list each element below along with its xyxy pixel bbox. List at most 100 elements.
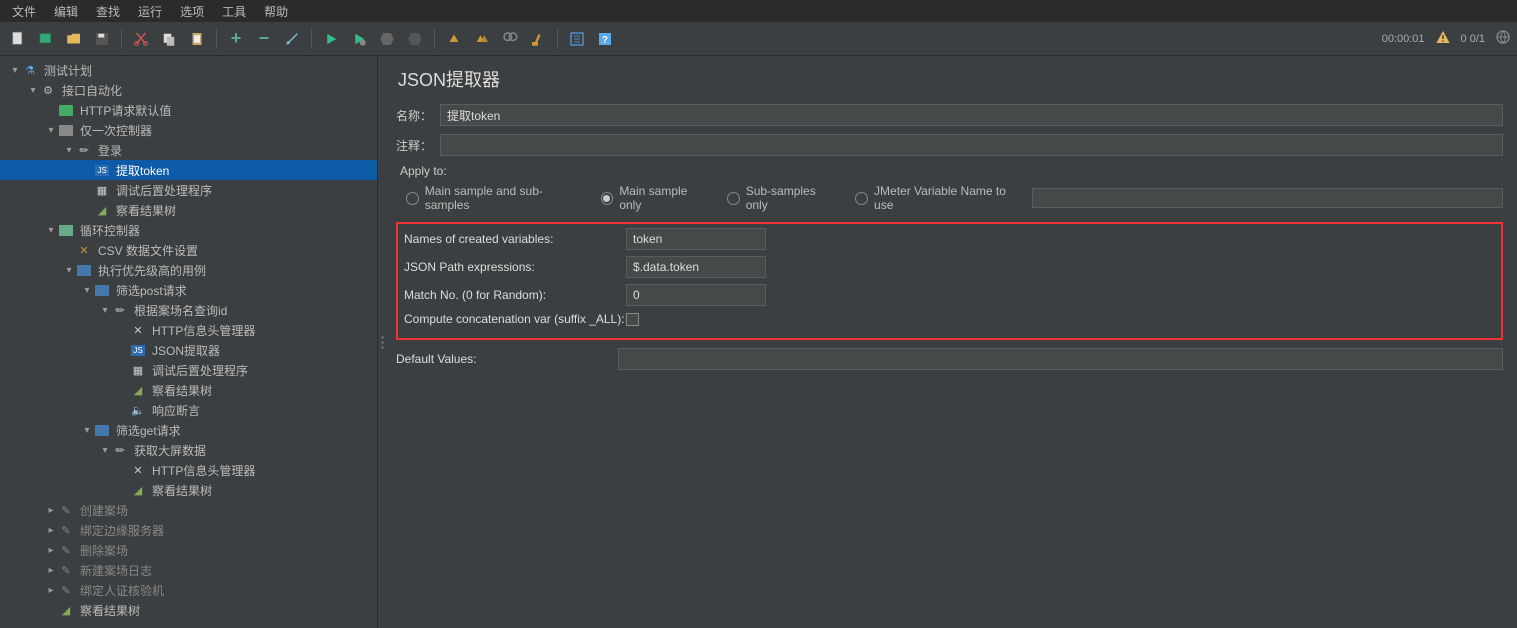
templates-button[interactable] [34,27,58,51]
radio-main-and-sub[interactable]: Main sample and sub-samples [406,184,585,212]
collapse-button[interactable]: − [252,27,276,51]
cut-button[interactable] [129,27,153,51]
tree-item[interactable]: ✕HTTP信息头管理器 [0,460,377,480]
tree-item[interactable]: ✎绑定边缘服务器 [0,520,377,540]
jsonpath-label: JSON Path expressions: [404,260,626,274]
tree-item[interactable]: 🔈响应断言 [0,400,377,420]
caret-icon[interactable] [44,225,58,236]
menu-item[interactable]: 帮助 [256,1,296,22]
tree-item-label: 调试后置处理程序 [150,362,248,379]
menu-item[interactable]: 编辑 [46,1,86,22]
tree-item[interactable]: HTTP请求默认值 [0,100,377,120]
tree-item[interactable]: ✎根据案场名查询id [0,300,377,320]
radio-main-only[interactable]: Main sample only [601,184,711,212]
separator [557,29,558,49]
apply-to-label: Apply to: [400,164,1503,178]
menu-item[interactable]: 运行 [130,1,170,22]
caret-icon[interactable] [44,125,58,136]
tree-item[interactable]: ◢察看结果树 [0,200,377,220]
tree-item[interactable]: 执行优先级高的用例 [0,260,377,280]
clear-all-button[interactable] [470,27,494,51]
stop-button[interactable] [375,27,399,51]
warning-icon[interactable] [1435,29,1451,48]
apply-to-group: Main sample and sub-samples Main sample … [406,184,1503,212]
caret-icon[interactable] [80,425,94,436]
name-input[interactable] [440,104,1503,126]
caret-icon[interactable] [80,285,94,296]
function-helper-button[interactable] [565,27,589,51]
tree-item[interactable]: ⚙接口自动化 [0,80,377,100]
tree-item[interactable]: ✎获取大屏数据 [0,440,377,460]
tree-item[interactable]: ▦调试后置处理程序 [0,180,377,200]
tree-item-label: 接口自动化 [60,82,122,99]
panel-title: JSON提取器 [396,66,1503,92]
tree-item[interactable]: ◢察看结果树 [0,380,377,400]
open-button[interactable] [62,27,86,51]
tree-item[interactable]: JSJSON提取器 [0,340,377,360]
radio-jmeter-var[interactable]: JMeter Variable Name to use [855,184,1503,212]
caret-icon[interactable] [44,505,58,516]
search-button[interactable] [498,27,522,51]
caret-icon[interactable] [44,525,58,536]
help-button[interactable]: ? [593,27,617,51]
toolbar: + − ? 00:00:01 0 0/1 [0,22,1517,56]
tree-panel[interactable]: ⚗测试计划⚙接口自动化HTTP请求默认值仅一次控制器✎登录JS提取token▦调… [0,56,378,628]
default-input[interactable] [618,348,1503,370]
tree-item[interactable]: ✕CSV 数据文件设置 [0,240,377,260]
tree-item-label: 创建案场 [78,502,128,519]
tree-item[interactable]: ◢察看结果树 [0,480,377,500]
radio-sub-only[interactable]: Sub-samples only [727,184,839,212]
paste-button[interactable] [185,27,209,51]
clear-button[interactable] [442,27,466,51]
reset-search-button[interactable] [526,27,550,51]
tree-item[interactable]: 筛选get请求 [0,420,377,440]
tree-item[interactable]: 仅一次控制器 [0,120,377,140]
tree-item-label: 绑定边缘服务器 [78,522,164,539]
start-button[interactable] [319,27,343,51]
toggle-button[interactable] [280,27,304,51]
jsonpath-input[interactable] [626,256,766,278]
menu-item[interactable]: 文件 [4,1,44,22]
tree-item[interactable]: 筛选post请求 [0,280,377,300]
menu-item[interactable]: 选项 [172,1,212,22]
new-button[interactable] [6,27,30,51]
match-input[interactable] [626,284,766,306]
tree-item-label: 察看结果树 [150,382,212,399]
caret-icon[interactable] [62,265,76,276]
concat-checkbox[interactable] [626,313,639,326]
caret-icon[interactable] [26,85,40,96]
tree-item[interactable]: ✎登录 [0,140,377,160]
shutdown-button[interactable] [403,27,427,51]
tree-item[interactable]: ◢察看结果树 [0,600,377,620]
comment-input[interactable] [440,134,1503,156]
copy-button[interactable] [157,27,181,51]
jmeter-var-input[interactable] [1032,188,1503,208]
tree-item[interactable]: ✎新建案场日志 [0,560,377,580]
caret-icon[interactable] [44,565,58,576]
tree-item-label: 筛选post请求 [114,282,187,299]
elapsed-time: 00:00:01 [1382,33,1425,45]
menu-item[interactable]: 查找 [88,1,128,22]
save-button[interactable] [90,27,114,51]
tree-item-label: JSON提取器 [150,342,220,359]
tree-item[interactable]: JS提取token [0,160,377,180]
tree-item[interactable]: ✎删除案场 [0,540,377,560]
separator [311,29,312,49]
tree-item[interactable]: 循环控制器 [0,220,377,240]
tree-item[interactable]: ▦调试后置处理程序 [0,360,377,380]
tree-item[interactable]: ✎创建案场 [0,500,377,520]
menu-item[interactable]: 工具 [214,1,254,22]
caret-icon[interactable] [44,545,58,556]
tree-item[interactable]: ✎绑定人证核验机 [0,580,377,600]
expand-button[interactable]: + [224,27,248,51]
server-icon[interactable] [1495,29,1511,48]
names-input[interactable] [626,228,766,250]
splitter[interactable] [378,56,386,628]
start-no-timers-button[interactable] [347,27,371,51]
tree-item[interactable]: ✕HTTP信息头管理器 [0,320,377,340]
tree-item-label: 筛选get请求 [114,422,181,439]
caret-icon[interactable] [44,585,58,596]
tree-item[interactable]: ⚗测试计划 [0,60,377,80]
tree-item-label: 测试计划 [42,62,92,79]
caret-icon[interactable] [8,65,22,76]
